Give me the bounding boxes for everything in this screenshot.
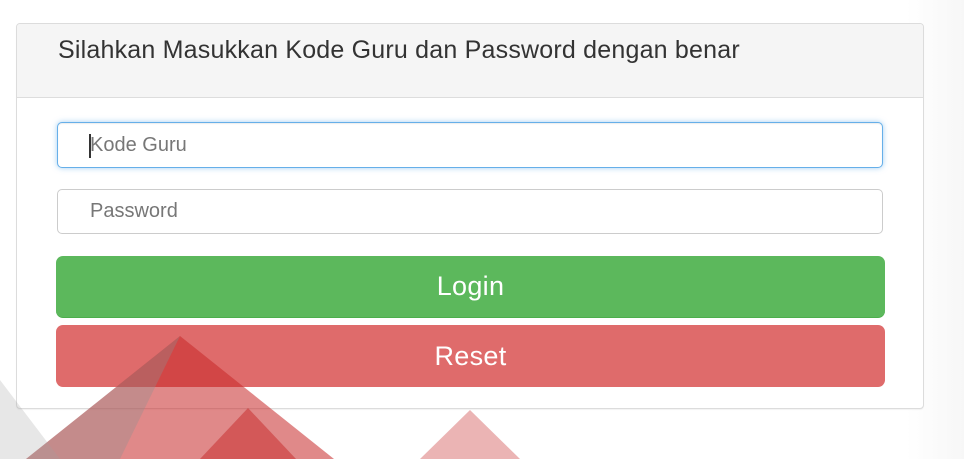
password-input[interactable] bbox=[57, 189, 883, 234]
kode-guru-input[interactable] bbox=[57, 122, 883, 168]
text-cursor bbox=[89, 134, 91, 158]
login-panel: Silahkan Masukkan Kode Guru dan Password… bbox=[16, 23, 924, 409]
panel-title: Silahkan Masukkan Kode Guru dan Password… bbox=[58, 36, 740, 64]
panel-heading: Silahkan Masukkan Kode Guru dan Password… bbox=[17, 24, 923, 98]
reset-button[interactable]: Reset bbox=[56, 325, 885, 387]
login-button[interactable]: Login bbox=[56, 256, 885, 318]
